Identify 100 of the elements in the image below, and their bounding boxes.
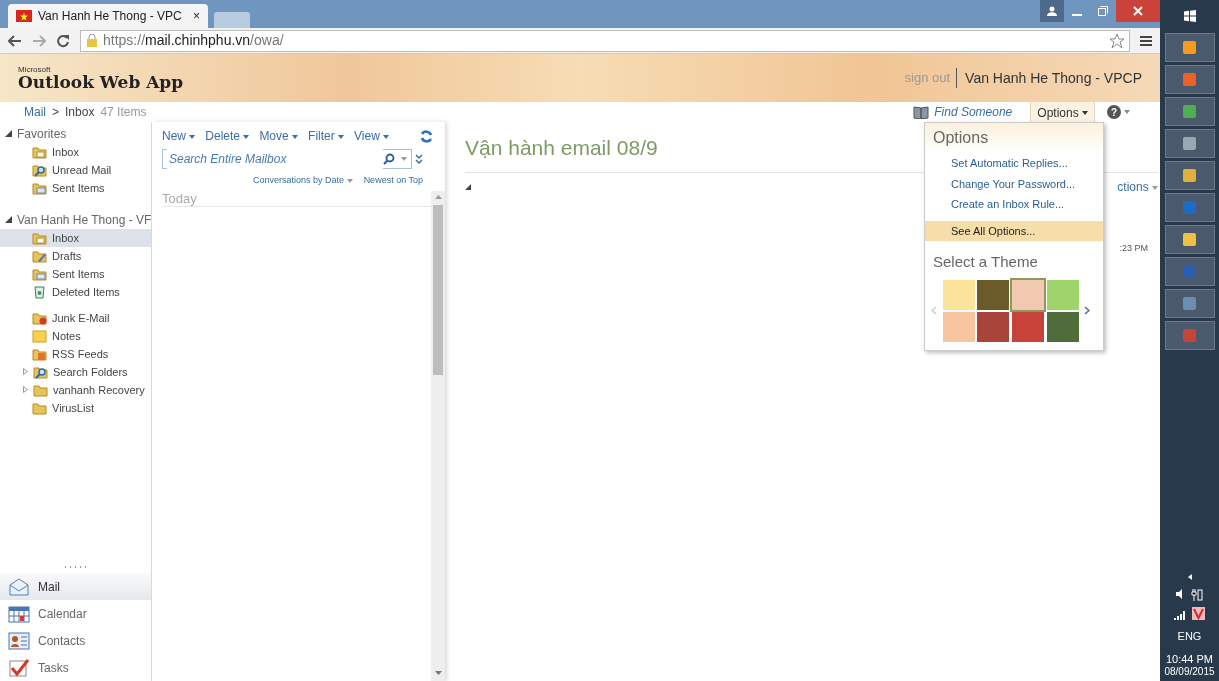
module-button[interactable]: Contacts bbox=[0, 627, 152, 654]
user-name[interactable]: Van Hanh He Thong - VPCP bbox=[965, 67, 1142, 89]
folder-item[interactable]: Junk E-Mail bbox=[0, 308, 152, 327]
sort-order-link[interactable]: Newest on Top bbox=[363, 174, 423, 188]
scroll-down-icon[interactable] bbox=[434, 671, 442, 675]
taskbar-app-button[interactable] bbox=[1164, 161, 1215, 190]
find-someone-link[interactable]: Find Someone bbox=[934, 103, 1013, 121]
drafts-folder-icon bbox=[32, 248, 47, 263]
caret-icon bbox=[383, 134, 390, 139]
profile-button[interactable] bbox=[1040, 0, 1064, 22]
menu-icon[interactable] bbox=[1140, 34, 1152, 47]
browser-tab[interactable]: Van Hanh He Thong - VPC × bbox=[8, 4, 208, 28]
folder-item[interactable]: vanhanh Recovery bbox=[0, 380, 152, 399]
star-icon[interactable] bbox=[1109, 32, 1125, 49]
taskbar-app-button[interactable] bbox=[1164, 65, 1215, 94]
search-icon[interactable] bbox=[383, 152, 395, 165]
close-icon bbox=[1133, 6, 1143, 16]
toolbar-button[interactable]: New bbox=[162, 127, 196, 145]
theme-swatch[interactable] bbox=[977, 279, 1010, 310]
theme-swatch[interactable] bbox=[942, 279, 975, 310]
collapsed-triangle-icon[interactable] bbox=[23, 368, 28, 376]
url-text: https://mail.chinhphu.vn/owa/ bbox=[103, 31, 285, 50]
close-button[interactable] bbox=[1116, 0, 1160, 22]
folder-item[interactable]: Unread Mail bbox=[0, 160, 152, 179]
toolbar-button[interactable]: View bbox=[354, 127, 390, 145]
rss-folder-icon bbox=[32, 346, 47, 361]
expand-chevrons-icon[interactable] bbox=[414, 153, 423, 164]
menu-item[interactable]: Change Your Password... bbox=[925, 173, 1103, 194]
collapse-triangle-icon[interactable] bbox=[465, 184, 471, 190]
folder-item[interactable]: RSS Feeds bbox=[0, 344, 152, 363]
calendar-icon bbox=[8, 604, 30, 623]
taskbar-app-button[interactable] bbox=[1164, 129, 1215, 158]
windows-logo-icon[interactable] bbox=[1183, 10, 1196, 22]
folder-group-label[interactable]: Favorites bbox=[17, 124, 67, 143]
back-arrow-icon[interactable] bbox=[8, 34, 22, 47]
module-button[interactable]: Calendar bbox=[0, 600, 152, 627]
breadcrumb-link[interactable]: Mail bbox=[24, 103, 46, 121]
person-icon bbox=[1047, 6, 1057, 16]
folder-icon bbox=[32, 400, 47, 415]
show-hidden-icons-icon[interactable] bbox=[1187, 574, 1192, 581]
expanded-triangle-icon[interactable] bbox=[5, 216, 12, 224]
toolbar-button[interactable]: Move bbox=[259, 127, 299, 145]
flag-icon bbox=[16, 10, 32, 22]
menu-item[interactable]: See All Options... bbox=[925, 220, 1103, 241]
scroll-up-icon[interactable] bbox=[434, 194, 442, 199]
toolbar-button[interactable]: Delete bbox=[205, 127, 250, 145]
sort-dropdown[interactable]: Conversations by Date bbox=[253, 174, 353, 188]
signal-bars-icon[interactable] bbox=[1174, 609, 1187, 620]
theme-swatch[interactable] bbox=[1012, 279, 1044, 310]
forward-arrow-icon[interactable] bbox=[32, 34, 46, 47]
scrollbar-thumb[interactable] bbox=[433, 204, 443, 375]
caret-icon bbox=[346, 178, 353, 183]
tab-title: Van Hanh He Thong - VPC bbox=[38, 8, 183, 25]
theme-swatch[interactable] bbox=[1046, 312, 1079, 343]
tab-close-button[interactable]: × bbox=[193, 7, 200, 25]
collapsed-triangle-icon[interactable] bbox=[23, 386, 28, 394]
taskbar-app-button[interactable] bbox=[1164, 289, 1215, 318]
toolbar-button[interactable]: Filter bbox=[308, 127, 345, 145]
next-chevron-icon[interactable] bbox=[1084, 306, 1091, 316]
theme-swatch[interactable] bbox=[1012, 312, 1044, 343]
folder-item[interactable]: Deleted Items bbox=[0, 282, 152, 301]
folder-icon bbox=[33, 382, 48, 397]
refresh-icon[interactable] bbox=[420, 129, 433, 143]
module-button[interactable]: Tasks bbox=[0, 654, 152, 681]
clock[interactable]: 10:44 PM 08/09/2015 bbox=[1164, 653, 1215, 679]
battery-plug-icon[interactable] bbox=[1191, 588, 1204, 601]
minimize-icon bbox=[1072, 14, 1082, 16]
group-header: Today bbox=[162, 190, 431, 208]
folder-item[interactable]: Sent Items bbox=[0, 264, 152, 283]
theme-swatch[interactable] bbox=[977, 312, 1010, 343]
app-logo: Outlook Web App bbox=[18, 73, 184, 91]
taskbar-app-button[interactable] bbox=[1164, 33, 1215, 62]
search-field[interactable]: Search Entire Mailbox bbox=[162, 148, 412, 169]
menu-item[interactable]: Create an Inbox Rule... bbox=[925, 194, 1103, 215]
theme-swatch[interactable] bbox=[942, 312, 975, 343]
help-icon: ? bbox=[1107, 105, 1121, 119]
trash-bin-icon bbox=[32, 284, 47, 299]
address-bar[interactable]: https://mail.chinhphu.vn/owa/ bbox=[80, 29, 1130, 52]
taskbar-app-button[interactable] bbox=[1164, 225, 1215, 254]
folder-item[interactable]: Inbox bbox=[0, 142, 152, 161]
theme-swatch[interactable] bbox=[1046, 279, 1079, 310]
language-indicator[interactable]: ENG bbox=[1177, 628, 1202, 645]
taskbar-app-button[interactable] bbox=[1164, 97, 1215, 126]
folder-group-label[interactable]: Van Hanh He Thong - VF bbox=[17, 210, 152, 229]
folder-item[interactable]: VirusList bbox=[0, 398, 152, 417]
scrollbar[interactable] bbox=[431, 190, 445, 681]
module-button[interactable]: Mail bbox=[0, 573, 152, 600]
folder-item[interactable]: Notes bbox=[0, 326, 152, 345]
menu-item[interactable]: Set Automatic Replies... bbox=[925, 153, 1103, 174]
expanded-triangle-icon[interactable] bbox=[5, 130, 12, 138]
book-icon bbox=[912, 105, 929, 119]
sent-folder-icon bbox=[32, 180, 47, 195]
folder-item[interactable]: Sent Items bbox=[0, 178, 152, 197]
checkmark-tray-icon[interactable] bbox=[1191, 606, 1205, 620]
folder-item[interactable]: Drafts bbox=[0, 246, 152, 265]
contact-card-icon bbox=[8, 631, 30, 650]
folder-item[interactable]: Inbox bbox=[0, 228, 152, 247]
folder-item[interactable]: Search Folders bbox=[0, 362, 152, 381]
reload-icon[interactable] bbox=[56, 33, 70, 48]
help-button[interactable]: ? bbox=[1107, 105, 1130, 119]
